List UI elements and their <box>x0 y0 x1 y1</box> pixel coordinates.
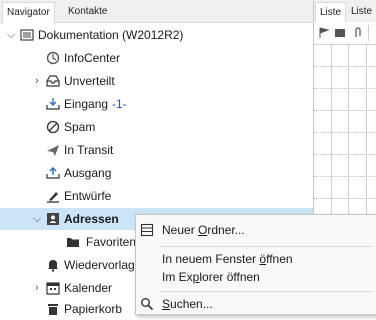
drafts-icon <box>47 192 59 203</box>
list-row-divider <box>314 110 376 111</box>
menu-item-label: Im Explorer öffnen <box>162 270 260 284</box>
tab-liste-2[interactable]: Liste <box>347 2 376 22</box>
list-row-divider <box>314 198 376 199</box>
tree-item-label: Kalender <box>64 281 113 295</box>
trash-icon <box>48 304 58 315</box>
chevron-right-icon[interactable]: › <box>30 277 44 299</box>
menu-item-label: Neuer Ordner... <box>162 223 245 237</box>
tree-item-label: InfoCenter <box>64 51 121 65</box>
tree-root-dokumentation[interactable]: ⌵ Dokumentation (W2012R2) <box>0 24 313 46</box>
chevron-down-icon[interactable]: ⌵ <box>30 208 44 230</box>
infocenter-icon <box>46 51 60 65</box>
tab-liste[interactable]: Liste <box>315 2 347 24</box>
tree-item-label: Papierkorb <box>64 302 123 316</box>
tree-item-label: Adressen <box>64 212 119 226</box>
outbox-icon <box>46 167 60 179</box>
tree-item-label: In Transit <box>64 143 114 157</box>
tree-item-label: Spam <box>64 120 96 134</box>
tree-item-ausgang[interactable]: Ausgang <box>0 162 313 184</box>
list-row-divider <box>314 132 376 133</box>
menu-separator <box>160 291 374 292</box>
bell-icon <box>48 260 58 272</box>
tree-item-label: Unverteilt <box>64 74 115 88</box>
tab-navigator[interactable]: Navigator <box>2 2 55 24</box>
calendar-icon <box>46 282 60 295</box>
contacts-icon <box>47 213 59 225</box>
menu-item-label: Suchen... <box>162 297 213 311</box>
tree-root-label: Dokumentation (W2012R2) <box>38 28 184 42</box>
tree-item-label: Ausgang <box>64 166 112 180</box>
mailbox-icon <box>20 29 34 41</box>
menu-item-new-folder[interactable]: Neuer Ordner... <box>136 219 376 241</box>
tree-item-infocenter[interactable]: InfoCenter <box>0 47 313 69</box>
tree-item-in-transit[interactable]: In Transit <box>0 139 313 161</box>
tree-item-unverteilt[interactable]: › Unverteilt <box>0 70 313 92</box>
envelope-icon[interactable] <box>334 27 346 39</box>
inbox-tray-icon <box>46 75 60 87</box>
list-tabstrip: Liste Liste <box>314 0 376 24</box>
folder-icon <box>67 238 79 247</box>
menu-item-search[interactable]: Suchen... <box>136 293 376 315</box>
new-folder-icon <box>140 223 154 237</box>
tree-item-label: Favoriten <box>86 235 137 249</box>
inbox-icon <box>46 98 60 110</box>
list-row-divider <box>314 154 376 155</box>
tree-item-label: Eingang <box>64 97 109 111</box>
menu-item-open-explorer[interactable]: Im Explorer öffnen <box>136 266 376 288</box>
list-row-divider <box>314 88 376 89</box>
send-icon <box>47 145 59 156</box>
chevron-right-icon[interactable]: › <box>30 70 44 92</box>
paperclip-icon[interactable] <box>352 27 364 39</box>
navigator-tabstrip: Navigator Kontakte <box>0 0 313 24</box>
tree-item-entwuerfe[interactable]: Entwürfe <box>0 185 313 207</box>
tree-item-label: Entwürfe <box>64 189 112 203</box>
search-icon <box>141 298 154 311</box>
tree-item-eingang[interactable]: Eingang -1- <box>0 93 313 115</box>
chevron-down-icon[interactable]: ⌵ <box>4 24 18 46</box>
tree-item-label: Wiedervorlag <box>64 258 135 272</box>
context-menu: Neuer Ordner... In neuem Fenster öffnen … <box>135 214 376 315</box>
tab-kontakte[interactable]: Kontakte <box>64 2 111 22</box>
tree-item-spam[interactable]: Spam <box>0 116 313 138</box>
unread-count: -1- <box>112 97 127 111</box>
list-row-divider <box>314 66 376 67</box>
list-column-header <box>314 22 376 45</box>
menu-separator <box>160 246 374 247</box>
spam-icon <box>46 120 60 134</box>
list-row-divider <box>314 176 376 177</box>
flag-icon[interactable] <box>318 27 330 39</box>
